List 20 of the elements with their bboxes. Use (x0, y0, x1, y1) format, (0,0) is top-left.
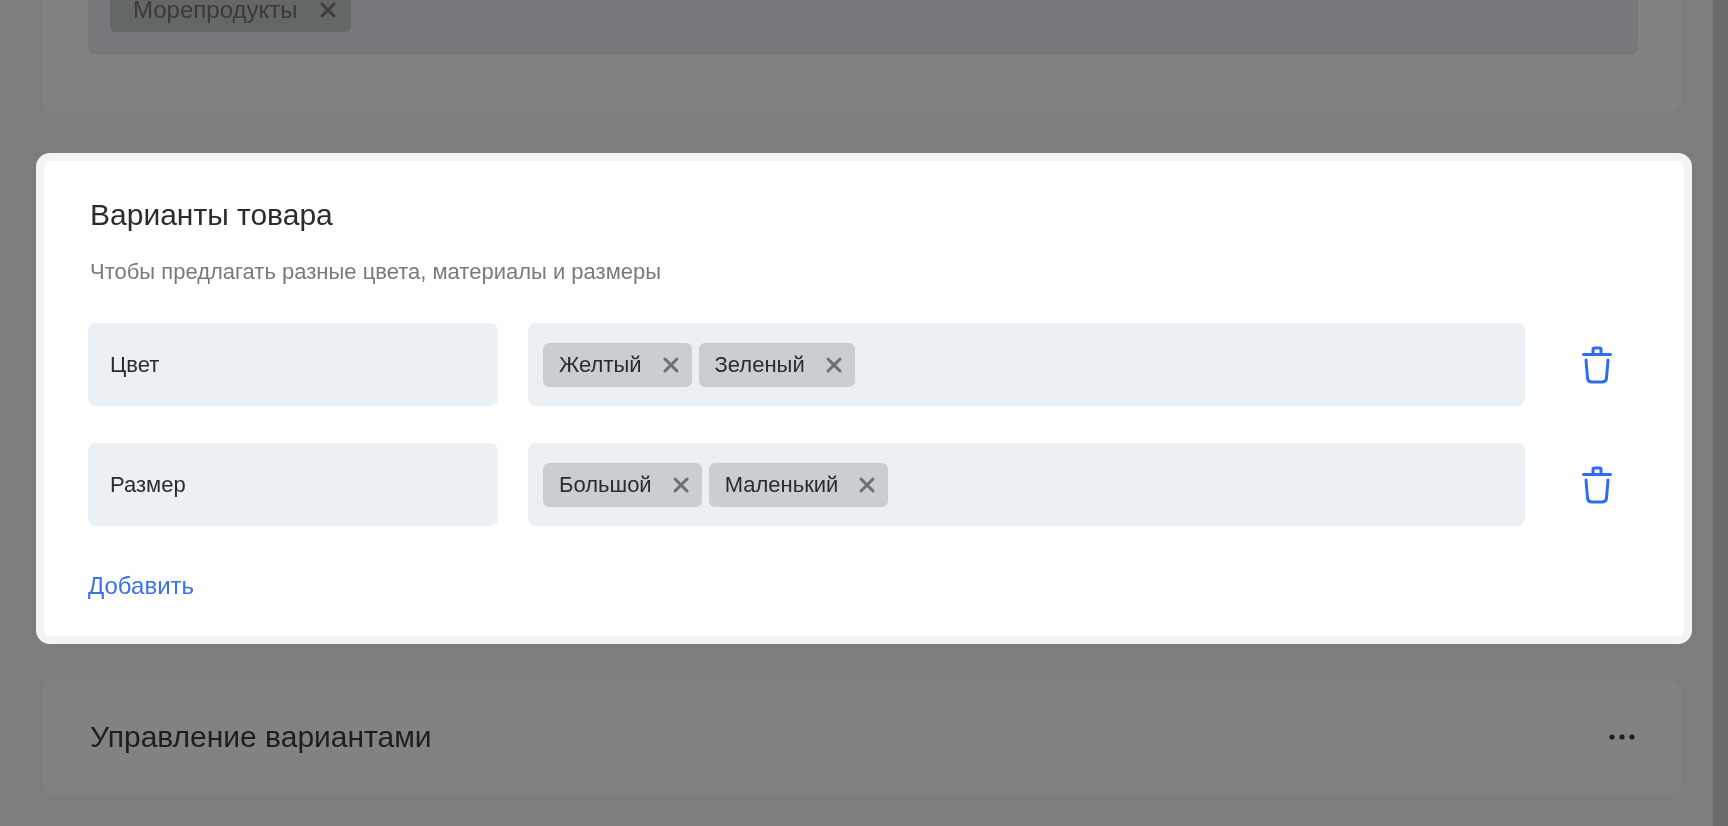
value-label: Большой (559, 471, 652, 498)
value-label: Зеленый (714, 351, 805, 378)
option-values-field[interactable]: Желтый Зеленый (528, 323, 1525, 406)
more-icon[interactable] (1608, 733, 1636, 741)
close-icon[interactable] (858, 475, 877, 494)
value-label: Маленький (724, 471, 839, 498)
card-subtitle: Чтобы предлагать разные цвета, материалы и размеры (90, 258, 663, 286)
section-title: Управление вариантами (90, 719, 432, 755)
close-icon[interactable] (319, 1, 338, 19)
add-link[interactable]: Добавить (88, 572, 195, 600)
option-name-field[interactable]: Цвет (88, 323, 498, 406)
close-icon[interactable] (661, 355, 680, 374)
option-values-field[interactable]: Большой Маленький (528, 443, 1525, 526)
trash-icon[interactable] (1582, 345, 1612, 384)
option-name-field[interactable]: Размер (88, 443, 498, 526)
card-title: Варианты товара (90, 197, 334, 233)
close-icon[interactable] (824, 355, 843, 374)
trash-icon[interactable] (1582, 465, 1612, 504)
close-icon[interactable] (671, 475, 690, 494)
value-label: Желтый (559, 351, 642, 378)
